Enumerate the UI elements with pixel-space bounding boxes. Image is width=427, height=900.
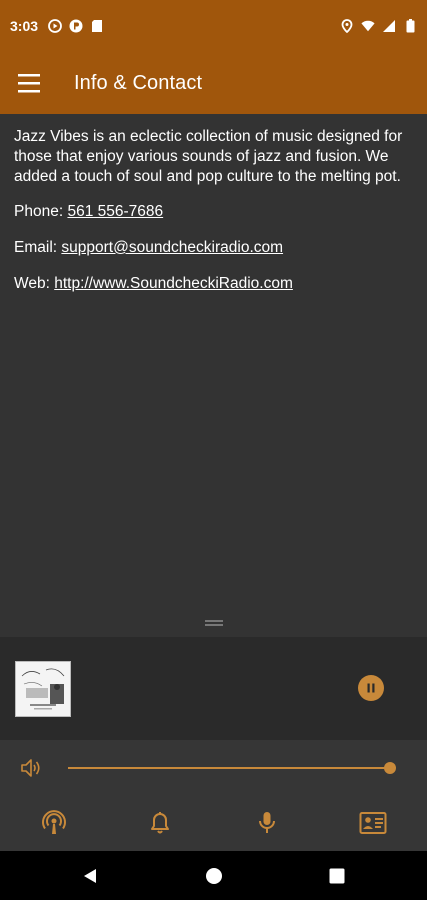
play-circle-icon	[48, 19, 62, 33]
status-bar: 3:03	[0, 0, 427, 52]
status-left-icons	[48, 19, 104, 33]
system-nav-bar	[0, 851, 427, 900]
status-time: 3:03	[10, 18, 39, 34]
web-link[interactable]: http://www.SoundcheckiRadio.com	[54, 275, 293, 292]
contact-card-icon[interactable]	[358, 809, 388, 837]
home-icon[interactable]	[204, 866, 224, 886]
web-label: Web:	[14, 275, 50, 292]
location-icon	[340, 19, 354, 33]
status-right-icons	[340, 19, 417, 33]
hamburger-menu-icon[interactable]	[6, 60, 52, 106]
bottom-panel	[0, 740, 427, 851]
pause-button[interactable]	[358, 675, 384, 701]
email-link[interactable]: support@soundcheckiradio.com	[61, 239, 283, 256]
album-art-thumbnail[interactable]	[15, 661, 71, 717]
info-content: Jazz Vibes is an eclectic collection of …	[0, 114, 427, 637]
app-bar: Info & Contact	[0, 52, 427, 114]
page-title: Info & Contact	[74, 71, 203, 94]
volume-thumb[interactable]	[384, 762, 396, 774]
battery-icon	[403, 19, 417, 33]
wifi-icon	[361, 19, 375, 33]
phone-line: Phone: 561 556-7686	[14, 202, 413, 222]
cell-signal-icon	[382, 19, 396, 33]
station-description: Jazz Vibes is an eclectic collection of …	[14, 128, 403, 185]
podcast-icon[interactable]	[39, 809, 69, 837]
email-label: Email:	[14, 239, 58, 256]
drag-handle[interactable]	[205, 620, 223, 628]
podcast-app-icon	[69, 19, 83, 33]
volume-icon[interactable]	[20, 757, 44, 779]
microphone-icon[interactable]	[252, 809, 282, 837]
bottom-nav	[0, 800, 427, 840]
phone-link[interactable]: 561 556-7686	[67, 203, 163, 220]
mini-player	[0, 637, 427, 740]
web-line: Web: http://www.SoundcheckiRadio.com	[14, 274, 413, 294]
pause-icon	[367, 683, 375, 693]
phone-label: Phone:	[14, 203, 64, 220]
recents-icon[interactable]	[327, 866, 347, 886]
bell-icon[interactable]	[145, 809, 175, 837]
email-line: Email: support@soundcheckiradio.com	[14, 238, 413, 258]
back-icon[interactable]	[80, 866, 100, 886]
volume-track	[68, 767, 390, 769]
volume-slider[interactable]	[68, 760, 396, 776]
sd-card-icon	[90, 19, 104, 33]
